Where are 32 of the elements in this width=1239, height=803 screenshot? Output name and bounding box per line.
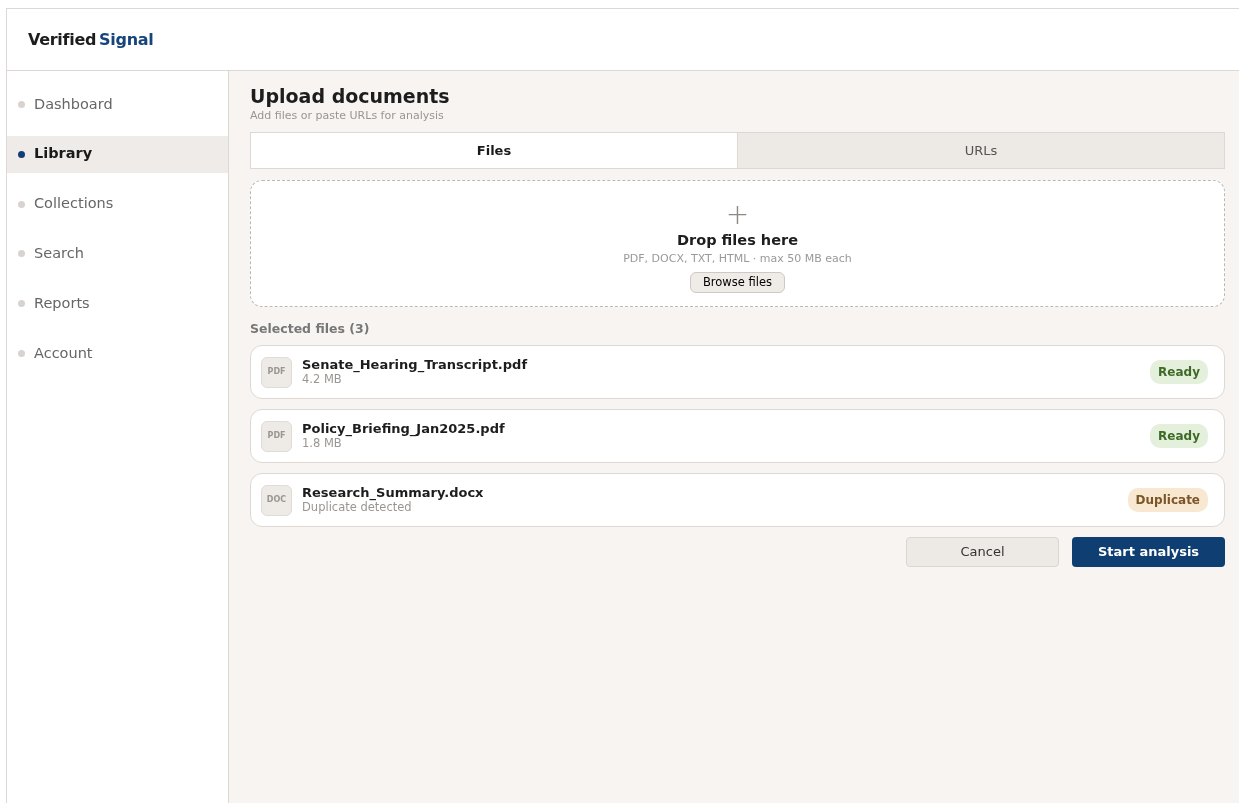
- section-heading: Selected files (3): [250, 320, 371, 339]
- sidebar-item[interactable]: Library: [7, 135, 228, 173]
- tab[interactable]: URLs: [737, 133, 1224, 169]
- sidebar-item[interactable]: Dashboard: [7, 86, 228, 123]
- drop-title: Drop files here: [677, 230, 798, 250]
- tab[interactable]: Files: [251, 133, 737, 169]
- brand-name: Verified: [28, 29, 97, 49]
- status-badge: Duplicate: [1127, 488, 1208, 513]
- file-detail: Duplicate detected: [302, 500, 412, 515]
- file-name: Senate_Hearing_Transcript.pdf: [302, 357, 528, 373]
- page-subtitle: Add files or paste URLs for analysis: [250, 107, 445, 124]
- sidebar-item[interactable]: Collections: [7, 185, 228, 223]
- sidebar-item[interactable]: Reports: [7, 285, 228, 323]
- start-analysis-button[interactable]: Start analysis: [1072, 537, 1225, 568]
- browse-files-button[interactable]: Browse files: [689, 271, 785, 294]
- file-type-icon: PDF: [261, 356, 292, 388]
- plus-icon: +: [725, 202, 750, 228]
- file-type-icon: PDF: [261, 420, 292, 452]
- drop-hint: PDF, DOCX, TXT, HTML · max 50 MB each: [623, 251, 852, 268]
- file-detail: 1.8 MB: [302, 436, 342, 451]
- page-title: Upload documents: [250, 85, 451, 108]
- cancel-button[interactable]: Cancel: [906, 537, 1059, 568]
- sidebar-item[interactable]: Account: [7, 335, 228, 372]
- file-type-icon: DOC: [261, 484, 292, 516]
- file-name: Policy_Briefing_Jan2025.pdf: [302, 421, 505, 437]
- sidebar-item[interactable]: Search: [7, 235, 228, 273]
- brand-name: Signal: [99, 29, 154, 49]
- file-detail: 4.2 MB: [302, 372, 342, 387]
- drop-zone[interactable]: + Drop files here PDF, DOCX, TXT, HTML · max 50 MB each Browse files: [250, 180, 1225, 308]
- status-badge: Ready: [1150, 360, 1208, 385]
- status-badge: Ready: [1150, 424, 1208, 449]
- file-name: Research_Summary.docx: [302, 485, 484, 501]
